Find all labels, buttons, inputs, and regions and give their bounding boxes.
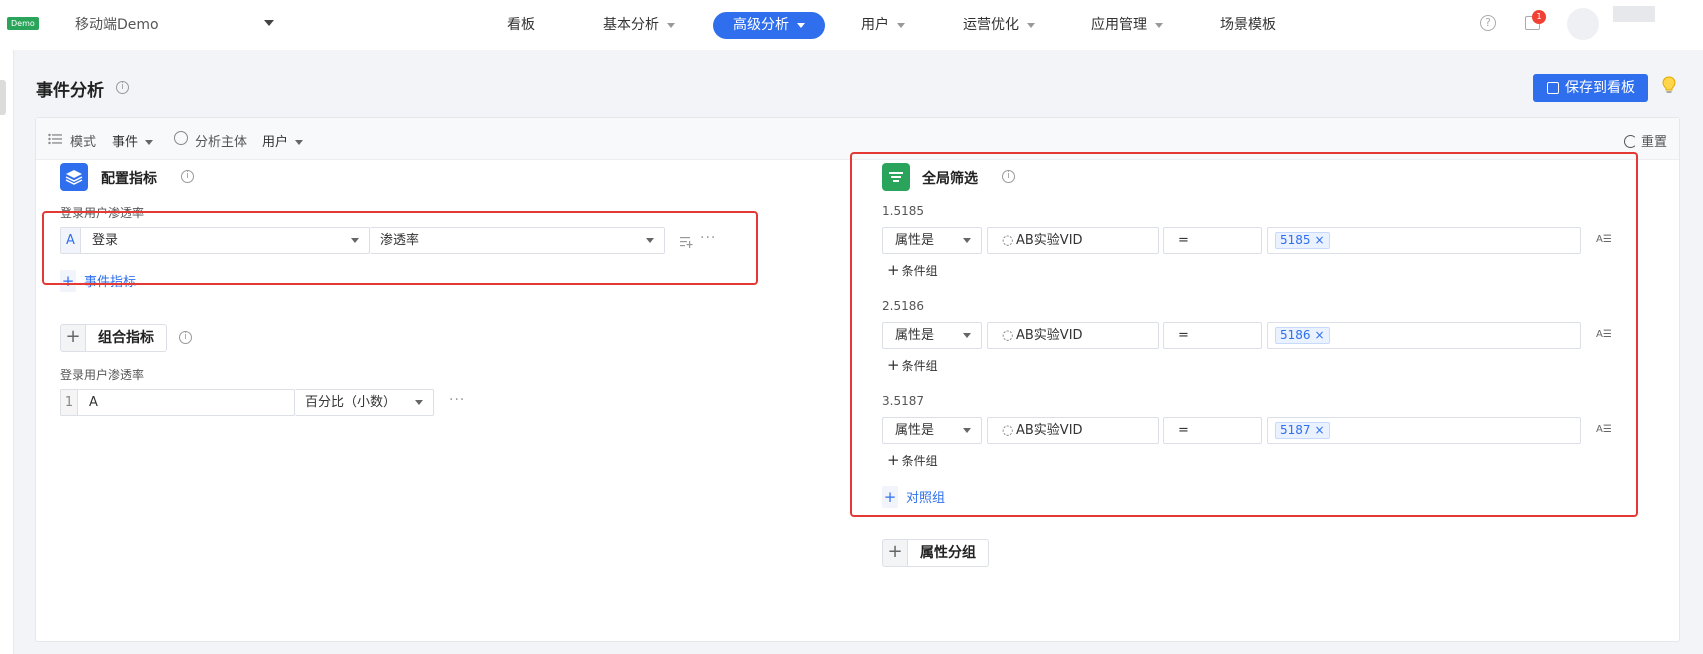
combo-format: 百分比（小数） [305, 395, 397, 410]
combo-format-select[interactable]: 百分比（小数） [295, 389, 434, 416]
nav-users[interactable]: 用户 [851, 12, 915, 39]
highlight-box-metric [42, 211, 758, 285]
add-combo-button[interactable]: + [60, 324, 86, 352]
combo-metric-name[interactable]: 登录用户渗透率 [60, 366, 144, 383]
info-icon[interactable]: i [181, 170, 194, 183]
reset-button[interactable]: 重置 [1623, 131, 1667, 150]
layers-icon [60, 163, 88, 191]
nav-scene-templates[interactable]: 场景模板 [1210, 12, 1286, 39]
mode-select[interactable]: 事件 [112, 131, 154, 150]
highlight-box-filters [850, 152, 1638, 517]
page-title: 事件分析 [36, 81, 104, 101]
info-icon[interactable]: i [116, 81, 129, 94]
top-nav-bar: Demo 移动端Demo 看板 基本分析 高级分析 用户 运营优化 应用管理 场… [0, 0, 1703, 50]
save-icon [1547, 82, 1559, 94]
chevron-down-icon[interactable] [264, 20, 274, 26]
add-attr-group-button[interactable]: + [882, 539, 908, 567]
crosshair-icon [174, 131, 188, 145]
demo-badge: Demo [7, 17, 39, 30]
nav-app-management[interactable]: 应用管理 [1081, 12, 1173, 39]
more-options-icon[interactable]: ··· [449, 392, 465, 408]
combo-metrics-title[interactable]: 组合指标 [86, 324, 167, 352]
chevron-down-icon [1155, 22, 1163, 28]
combo-formula: A [89, 395, 98, 410]
chevron-down-icon [295, 140, 304, 145]
chevron-down-icon [667, 22, 675, 28]
username-redacted [1613, 6, 1655, 22]
attr-group-title[interactable]: 属性分组 [908, 539, 989, 567]
list-icon [48, 133, 62, 145]
subject-select[interactable]: 用户 [262, 131, 304, 150]
nav-basic-analysis[interactable]: 基本分析 [593, 12, 685, 39]
chevron-down-icon [897, 22, 905, 28]
chevron-down-icon [797, 22, 805, 28]
save-to-dashboard-button[interactable]: 保存到看板 [1533, 74, 1648, 102]
nav-advanced-analysis[interactable]: 高级分析 [713, 12, 825, 39]
help-icon[interactable]: ? [1480, 15, 1496, 31]
plus-icon: + [887, 541, 903, 562]
left-sidebar-strip [0, 50, 14, 654]
plus-icon: + [65, 326, 81, 347]
mode-label: 模式 [70, 135, 97, 150]
chevron-down-icon [415, 400, 423, 405]
subject-label: 分析主体 [195, 135, 248, 150]
chevron-down-icon [1027, 22, 1035, 28]
avatar[interactable] [1567, 8, 1599, 40]
lightbulb-icon[interactable] [1662, 76, 1676, 94]
combo-prefix: 1 [61, 390, 78, 415]
nav-operations[interactable]: 运营优化 [953, 12, 1045, 39]
combo-formula-input[interactable]: 1 A [60, 389, 295, 416]
config-metrics-title: 配置指标 [101, 171, 157, 187]
refresh-icon [1623, 135, 1637, 148]
sidebar-toggle[interactable] [0, 80, 6, 115]
info-icon[interactable]: i [179, 331, 192, 344]
app-switcher[interactable]: 移动端Demo [75, 14, 159, 34]
nav-dashboard[interactable]: 看板 [497, 12, 545, 39]
chevron-down-icon [145, 140, 154, 145]
message-count-badge: 1 [1532, 10, 1546, 24]
